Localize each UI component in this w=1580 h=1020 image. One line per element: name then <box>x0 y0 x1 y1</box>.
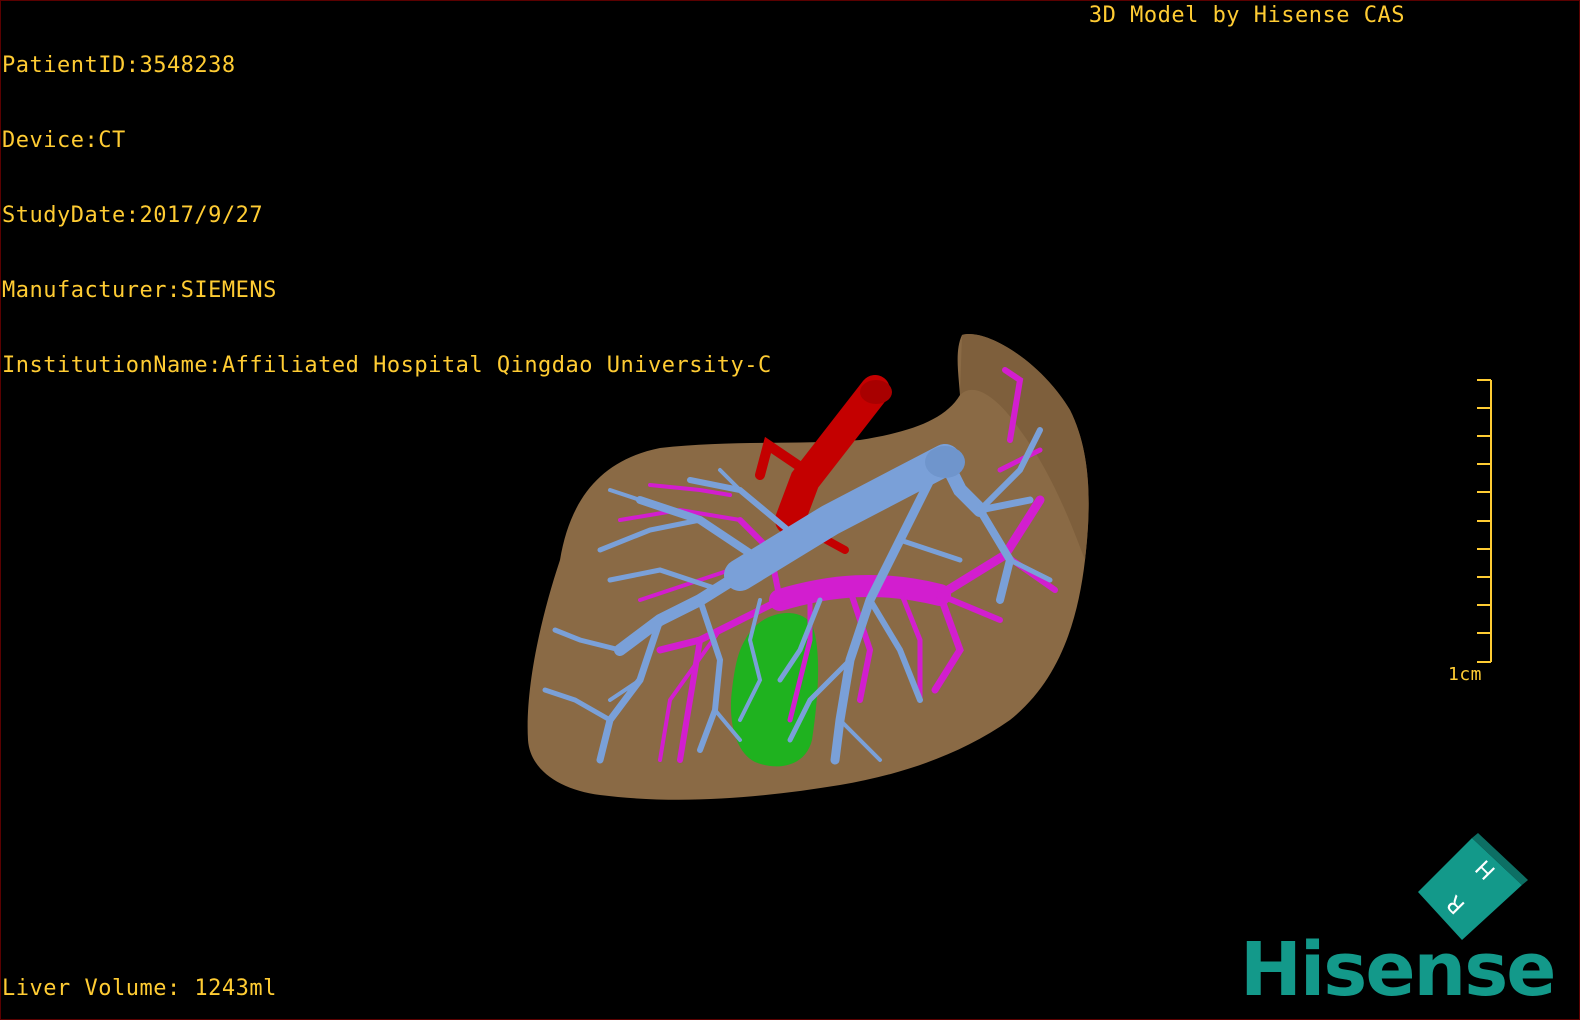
study-date-text: StudyDate:2017/9/27 <box>2 203 264 228</box>
scale-bar <box>1477 379 1492 663</box>
device-text: Device:CT <box>2 128 126 153</box>
artery-end <box>860 380 892 404</box>
orientation-cube[interactable]: H R <box>1418 833 1528 940</box>
scale-bar-label: 1cm <box>1448 664 1483 685</box>
portal-vein-junction <box>925 446 965 478</box>
institution-text: InstitutionName:Affiliated Hospital Qing… <box>2 353 772 378</box>
patient-id-text: PatientID:3548238 <box>2 53 236 78</box>
model-title: 3D Model by Hisense CAS <box>1088 3 1405 28</box>
hisense-logo: Hisense <box>1240 927 1556 1013</box>
manufacturer-text: Manufacturer:SIEMENS <box>2 278 277 303</box>
liver-volume-text: Liver Volume: 1243ml <box>2 976 277 1001</box>
dicom-info-panel: PatientID:3548238 Device:CT StudyDate:20… <box>2 3 772 403</box>
